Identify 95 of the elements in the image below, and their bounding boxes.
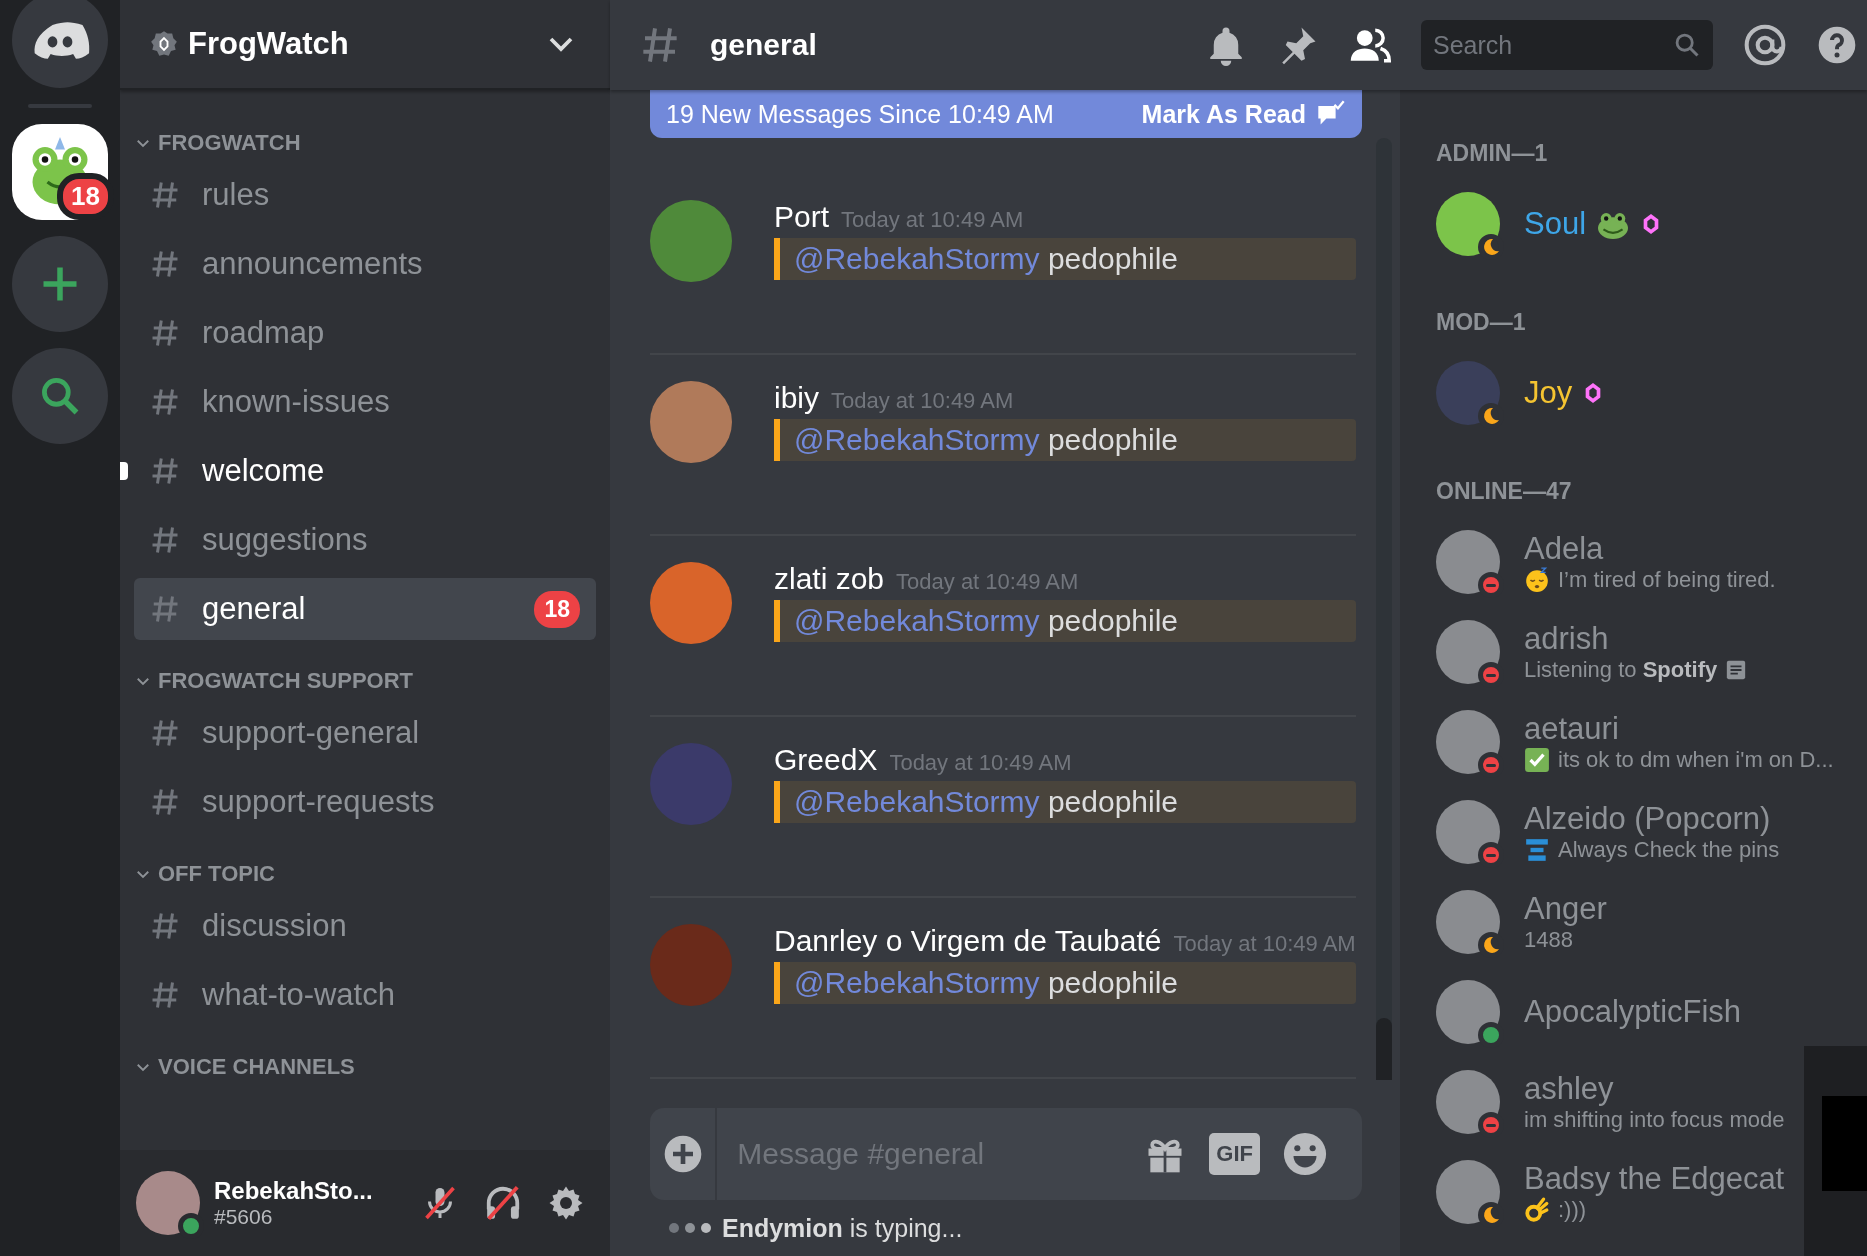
- scrollbar[interactable]: [1376, 138, 1392, 1080]
- member-name[interactable]: adrish: [1524, 621, 1609, 657]
- typing-dots-icon: [668, 1222, 712, 1234]
- new-messages-text: 19 New Messages Since 10:49 AM: [666, 99, 1055, 129]
- member-name[interactable]: Soul: [1524, 206, 1587, 242]
- typing-indicator: Endymion is typing...: [722, 1213, 963, 1243]
- channel-name: support-general: [202, 715, 421, 751]
- muted-headphones-icon: [484, 1184, 522, 1222]
- member-status-text: 1488: [1524, 927, 1573, 953]
- message-text: @RebekahStormy pedophile: [774, 962, 1356, 1004]
- member-name[interactable]: Badsy the Edgecat: [1524, 1161, 1785, 1197]
- hash-icon: [150, 718, 180, 748]
- channel-name: support-requests: [202, 784, 436, 820]
- member-name[interactable]: Alzeido (Popcorn): [1524, 801, 1771, 837]
- channel-item[interactable]: discussion: [134, 895, 596, 957]
- member-status-text: its ok to dm when i'm on D...: [1558, 747, 1834, 773]
- member-name[interactable]: aetauri: [1524, 711, 1619, 747]
- message-author[interactable]: GreedX: [774, 743, 878, 777]
- channel-title: general: [710, 28, 818, 62]
- channel-name: announcements: [202, 246, 424, 282]
- channel-item[interactable]: welcome: [134, 440, 596, 502]
- message-timestamp: Today at 10:49 AM: [831, 388, 1014, 414]
- user-tag: #5606: [214, 1205, 402, 1229]
- unread-indicator: [120, 462, 128, 480]
- hash-icon: [150, 318, 180, 348]
- hash-icon: [150, 180, 180, 210]
- member-status-text: im shifting into focus mode: [1524, 1107, 1785, 1133]
- member-name[interactable]: Anger: [1524, 891, 1607, 927]
- message-author[interactable]: Port: [774, 200, 830, 234]
- message-author[interactable]: Danrley o Virgem de Taubaté: [774, 924, 1162, 958]
- message-timestamp: Today at 10:49 AM: [889, 750, 1072, 776]
- settings-icon: [548, 1185, 584, 1221]
- category-header[interactable]: FROGWATCH SUPPORT: [158, 668, 414, 694]
- gif-button[interactable]: GIF: [1209, 1133, 1260, 1175]
- search-field[interactable]: Search: [1421, 20, 1713, 70]
- channel-name: what-to-watch: [202, 977, 396, 1013]
- channel-item[interactable]: what-to-watch: [134, 964, 596, 1026]
- hash-icon: [150, 787, 180, 817]
- channel-name: welcome: [202, 453, 326, 489]
- channel-item[interactable]: roadmap: [134, 302, 596, 364]
- hash-icon: [150, 387, 180, 417]
- search-icon: [1673, 31, 1701, 59]
- message-timestamp: Today at 10:49 AM: [896, 569, 1079, 595]
- username: RebekahSto...: [214, 1177, 374, 1205]
- hash-icon: [150, 911, 180, 941]
- hash-icon: [150, 525, 180, 555]
- message-timestamp: Today at 10:49 AM: [841, 207, 1024, 233]
- channel-item[interactable]: suggestions: [134, 509, 596, 571]
- emoji-icon[interactable]: [1282, 1131, 1328, 1177]
- channel-name: general: [202, 591, 307, 627]
- channel-name: rules: [202, 177, 271, 213]
- channel-name: roadmap: [202, 315, 326, 351]
- member-name[interactable]: Adela: [1524, 531, 1604, 567]
- member-status-text: Always Check the pins: [1558, 837, 1780, 863]
- message-text: @RebekahStormy pedophile: [774, 781, 1356, 823]
- message-timestamp: Today at 10:49 AM: [1173, 931, 1356, 957]
- muted-microphone-icon: [422, 1185, 458, 1221]
- category-header[interactable]: FROGWATCH: [158, 130, 301, 156]
- server-badge-icon: [150, 30, 178, 58]
- member-name[interactable]: Joy: [1524, 375, 1573, 411]
- channel-name: suggestions: [202, 522, 369, 558]
- category-header[interactable]: VOICE CHANNELS: [158, 1054, 355, 1080]
- role-group-header: ADMIN—1: [1436, 140, 1548, 167]
- mention-icon[interactable]: [1743, 23, 1787, 67]
- channel-item[interactable]: general 18: [134, 578, 596, 640]
- message-text: @RebekahStormy pedophile: [774, 419, 1356, 461]
- channel-item[interactable]: rules: [134, 164, 596, 226]
- channel-item[interactable]: support-requests: [134, 771, 596, 833]
- member-name[interactable]: ApocalypticFish: [1524, 994, 1742, 1030]
- hash-icon: [150, 249, 180, 279]
- member-status-text: I’m tired of being tired.: [1558, 567, 1776, 593]
- category-header[interactable]: OFF TOPIC: [158, 861, 275, 887]
- channel-name: known-issues: [202, 384, 391, 420]
- channel-item[interactable]: announcements: [134, 233, 596, 295]
- role-group-header: MOD—1: [1436, 309, 1526, 336]
- message-author[interactable]: ibiy: [774, 381, 819, 415]
- member-status-text: :))): [1558, 1197, 1587, 1223]
- member-status-text: Listening to Spotify: [1524, 657, 1718, 683]
- role-group-header: ONLINE—47: [1436, 478, 1572, 505]
- help-icon[interactable]: [1817, 25, 1857, 65]
- hash-icon: [150, 594, 180, 624]
- message-author[interactable]: zlati zob: [774, 562, 885, 596]
- plus-icon: [662, 1134, 703, 1174]
- channel-name: discussion: [202, 908, 348, 944]
- server-name: FrogWatch: [188, 26, 350, 62]
- message-text: @RebekahStormy pedophile: [774, 238, 1356, 280]
- mark-as-read-button[interactable]: Mark As Read: [1141, 99, 1346, 129]
- member-name[interactable]: ashley: [1524, 1071, 1614, 1107]
- channel-item[interactable]: support-general: [134, 702, 596, 764]
- mention-count-badge: 18: [534, 590, 580, 628]
- message-text: @RebekahStormy pedophile: [774, 600, 1356, 642]
- hash-icon: [640, 25, 680, 65]
- hash-icon: [150, 456, 180, 486]
- hash-icon: [150, 980, 180, 1010]
- channel-item[interactable]: known-issues: [134, 371, 596, 433]
